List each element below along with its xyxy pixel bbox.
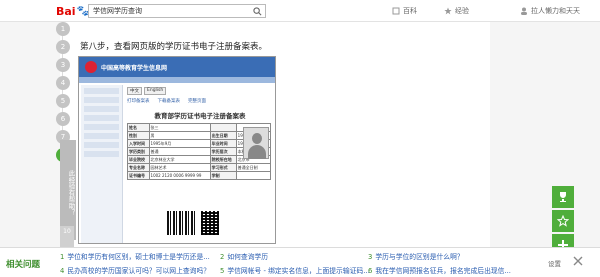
fullpage-tool: 完整页面 [188, 99, 206, 104]
step-4[interactable]: 4 [56, 76, 70, 90]
related-item[interactable]: 3 学历与学位的区别是什么啊？ [368, 251, 464, 261]
user-link[interactable]: 拉人懒力和天天 [520, 6, 580, 16]
book-icon [392, 7, 400, 15]
settings-link[interactable]: 设置 [548, 258, 561, 268]
screenshot-nav [79, 77, 275, 83]
user-icon [521, 7, 527, 15]
related-item[interactable]: 4 民办高校的学历国家认可吗？可以网上查询吗？ [60, 265, 210, 275]
step-3[interactable]: 3 [56, 58, 70, 72]
tab-english: English [144, 87, 167, 95]
related-title: 相关问题 [6, 260, 41, 270]
qrcode-image [201, 211, 219, 235]
top-bar: Bai 🐾 经验 百科 经验 拉人懒力和天天 [0, 0, 600, 22]
registration-form: 中文 English 打印备案表 下载备案表 完整页面 教育部学历证书电子注册备… [127, 87, 273, 241]
related-item[interactable]: 6 我在学信网预报名征兵，报名完成后出现信... [368, 265, 511, 275]
barcode-image [167, 211, 197, 235]
related-item[interactable]: 5 学信网帐号 - 绑定实名信息，上面提示输证码... [220, 265, 370, 275]
trophy-button[interactable] [552, 186, 574, 208]
step-2[interactable]: 2 [56, 40, 70, 54]
form-title: 教育部学历证书电子注册备案表 [154, 112, 246, 120]
related-item[interactable]: 1 学位和学历有何区别，硕士和博士是学历还是... [60, 251, 210, 261]
search-box[interactable] [88, 4, 266, 18]
close-icon[interactable] [573, 256, 583, 266]
print-tool: 打印备案表 [127, 99, 150, 104]
seal-icon [85, 61, 97, 73]
screenshot-banner: 中国高等教育学生信息网 [79, 57, 275, 77]
step-caption: 第八步，查看网页版的学历证书电子注册备案表。 [80, 42, 268, 52]
tab-chinese: 中文 [127, 87, 142, 95]
feedback-tab[interactable]: 此经验有帮助？ [60, 140, 76, 240]
screenshot-sidebar [81, 85, 123, 243]
step-6[interactable]: 6 [56, 112, 70, 126]
search-icon[interactable] [253, 7, 262, 16]
search-input[interactable] [89, 7, 249, 15]
jingyan-link[interactable]: 经验 [444, 6, 469, 16]
step-5[interactable]: 5 [56, 94, 70, 108]
favorite-button[interactable] [552, 210, 574, 232]
star-icon [557, 215, 569, 227]
trophy-icon [560, 192, 566, 202]
baike-link[interactable]: 百科 [392, 6, 417, 16]
step-1[interactable]: 1 [56, 22, 70, 36]
download-tool: 下载备案表 [157, 99, 181, 104]
student-photo [243, 127, 269, 159]
related-questions: 相关问题 1 学位和学历有何区别，硕士和博士是学历还是... 2 如何查询学历 3学… [0, 247, 600, 277]
related-item[interactable]: 2 如何查询学历 [220, 251, 268, 261]
step-screenshot[interactable]: 中国高等教育学生信息网 中文 English 打印备案表 下载备案表 完整页面 … [78, 56, 276, 244]
star-icon [444, 7, 452, 15]
